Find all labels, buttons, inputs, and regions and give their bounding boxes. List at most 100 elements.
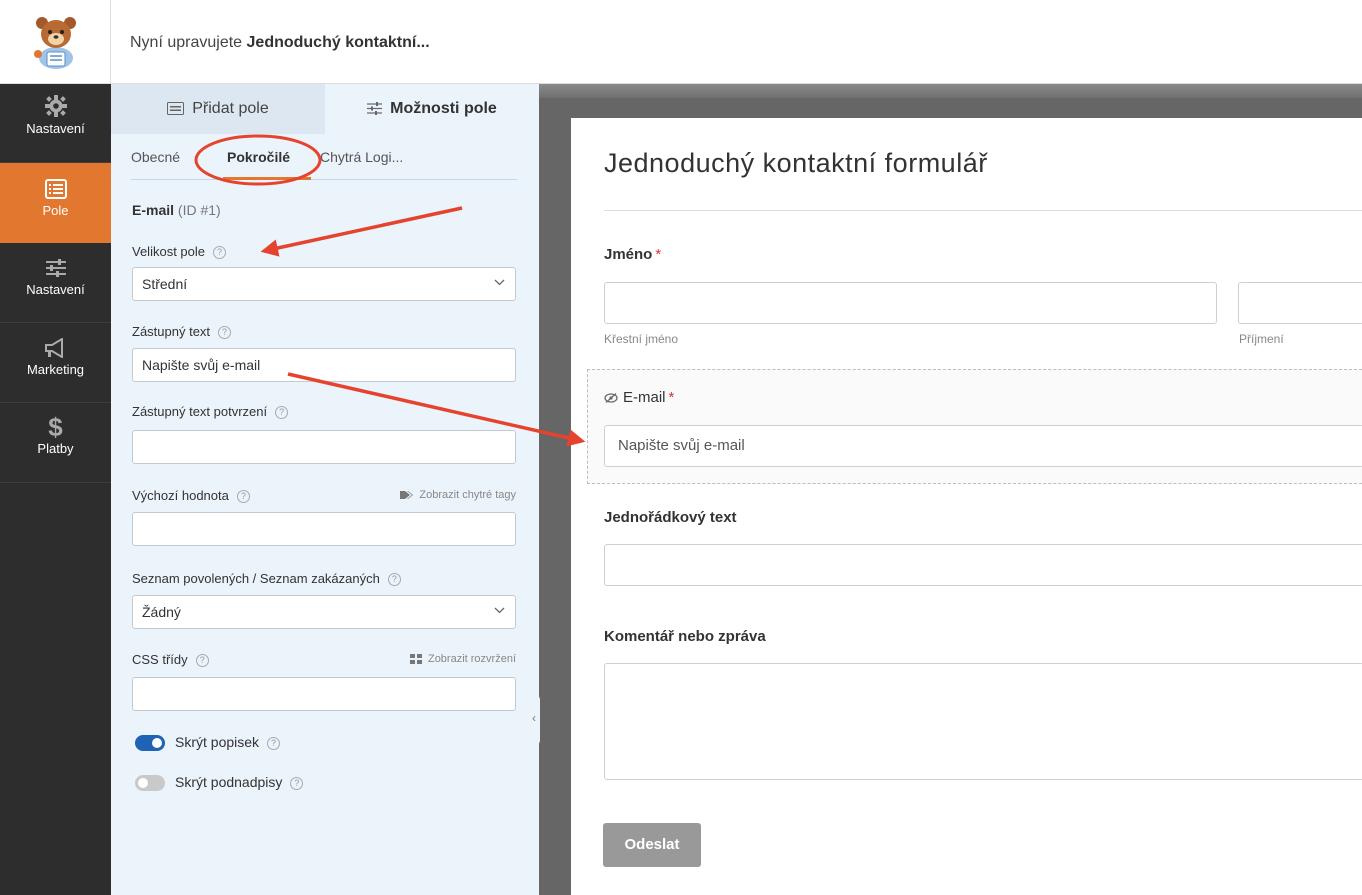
form-title: Jednoduchý kontaktní formulář xyxy=(604,148,988,178)
nav-label-marketing: Marketing xyxy=(26,362,85,377)
preview-top-strip xyxy=(539,84,1362,98)
name-label-text: Jméno xyxy=(604,246,653,263)
comment-label[interactable]: Komentář nebo zpráva xyxy=(604,628,766,645)
fields-list-icon xyxy=(44,179,67,199)
nav-item-marketing[interactable]: Marketing xyxy=(0,323,111,403)
subtab-general[interactable]: Obecné xyxy=(131,149,180,165)
chevron-down-icon xyxy=(494,607,505,614)
required-asterisk: * xyxy=(668,389,675,406)
show-layouts-text: Zobrazit rozvržení xyxy=(427,653,516,665)
css-classes-input[interactable] xyxy=(132,677,516,711)
chevron-down-icon xyxy=(494,279,505,286)
nav-item-settings-2[interactable]: Nastavení xyxy=(0,243,111,323)
css-classes-label-text: CSS třídy xyxy=(132,652,188,667)
dollar-icon: $ xyxy=(48,412,63,442)
name-field-label[interactable]: Jméno * xyxy=(604,246,661,263)
help-icon[interactable]: ? xyxy=(195,654,209,668)
nav-item-settings[interactable]: Nastavení xyxy=(0,84,111,163)
logo-cell xyxy=(0,0,111,84)
allow-deny-select[interactable]: Žádný xyxy=(132,595,516,629)
help-icon[interactable]: ? xyxy=(275,406,289,420)
help-icon[interactable]: ? xyxy=(218,326,232,340)
editing-prefix: Nyní upravujete xyxy=(130,34,247,51)
placeholder-input-value: Napište svůj e-mail xyxy=(142,357,261,373)
email-label-text: E-mail xyxy=(623,389,666,406)
help-icon[interactable]: ? xyxy=(236,490,250,504)
field-type-name: E-mail xyxy=(132,202,175,218)
email-input[interactable]: Napište svůj e-mail xyxy=(604,425,1362,467)
subtabs: Obecné Pokročilé Chytrá Logi... xyxy=(131,134,517,180)
subtab-smart-logic[interactable]: Chytrá Logi... xyxy=(320,149,403,165)
megaphone-icon xyxy=(44,338,63,358)
field-size-label: Velikost pole? xyxy=(132,244,226,260)
toggle-knob xyxy=(152,738,162,748)
list-icon xyxy=(167,102,185,116)
tab-add-fields[interactable]: Přidat pole xyxy=(111,84,325,134)
tags-icon xyxy=(400,491,414,500)
hide-sublabels-text: Skrýt podnadpisy? xyxy=(175,774,304,790)
last-name-input[interactable] xyxy=(1238,282,1362,324)
tab-field-options[interactable]: Možnosti pole xyxy=(325,84,539,134)
hide-sublabels-toggle[interactable] xyxy=(135,775,165,791)
top-bar: Nyní upravujete Jednoduchý kontaktní... xyxy=(0,0,1362,84)
nav-label-settings-2: Nastavení xyxy=(26,282,85,297)
layout-grid-icon xyxy=(409,654,422,665)
comment-textarea[interactable] xyxy=(604,663,1362,780)
sliders-small-icon xyxy=(367,102,383,116)
placeholder-input[interactable]: Napište svůj e-mail xyxy=(132,348,516,382)
default-value-input[interactable] xyxy=(132,512,516,546)
required-asterisk: * xyxy=(655,246,662,263)
sliders-icon xyxy=(45,259,66,277)
title-divider xyxy=(604,210,1362,211)
help-icon[interactable]: ? xyxy=(387,573,401,587)
field-size-value: Střední xyxy=(142,276,188,292)
field-options-panel: Přidat pole Možnosti pole Obecné Pokroči… xyxy=(111,84,539,895)
nav-label-payments: Platby xyxy=(37,441,74,456)
allow-deny-label-text: Seznam povolených / Seznam zakázaných xyxy=(132,571,380,586)
nav-label-settings: Nastavení xyxy=(26,121,85,136)
help-icon[interactable]: ? xyxy=(213,246,226,260)
allow-deny-label: Seznam povolených / Seznam zakázaných? xyxy=(132,571,401,587)
confirm-placeholder-label: Zástupný text potvrzení? xyxy=(132,404,289,420)
confirm-placeholder-input[interactable] xyxy=(132,430,516,464)
editing-status: Nyní upravujete Jednoduchý kontaktní... xyxy=(130,34,430,52)
placeholder-label-text: Zástupný text xyxy=(132,324,211,339)
default-value-label: Výchozí hodnota? xyxy=(132,488,250,504)
field-id: (ID #1) xyxy=(177,202,221,218)
collapse-panel-button[interactable]: ‹ xyxy=(529,694,540,746)
tab-add-fields-label: Přidat pole xyxy=(192,100,269,117)
single-line-input[interactable] xyxy=(604,544,1362,586)
default-value-label-text: Výchozí hodnota xyxy=(132,488,229,503)
help-icon[interactable]: ? xyxy=(290,776,304,790)
chevron-left-icon: ‹ xyxy=(532,711,536,725)
last-name-sublabel: Příjmení xyxy=(1239,332,1284,346)
show-smart-tags-link[interactable]: Zobrazit chytré tagy xyxy=(400,489,516,501)
nav-item-payments[interactable]: $ Platby xyxy=(0,403,111,483)
help-icon[interactable]: ? xyxy=(267,736,281,750)
hide-label-text: Skrýt popisek? xyxy=(175,734,281,750)
field-heading: E-mail (ID #1) xyxy=(132,202,221,218)
hide-label-toggle[interactable] xyxy=(135,735,165,751)
single-line-label[interactable]: Jednořádkový text xyxy=(604,509,737,526)
allow-deny-value: Žádný xyxy=(142,604,181,620)
placeholder-label: Zástupný text? xyxy=(132,324,232,340)
first-name-input[interactable] xyxy=(604,282,1217,324)
show-layouts-link[interactable]: Zobrazit rozvržení xyxy=(409,653,516,665)
show-smart-tags-text: Zobrazit chytré tagy xyxy=(419,489,516,501)
active-subtab-underline xyxy=(223,177,311,180)
form-name: Jednoduchý kontaktní... xyxy=(246,34,430,51)
first-name-sublabel: Křestní jméno xyxy=(604,332,679,346)
gear-icon xyxy=(44,95,67,117)
email-field-label: E-mail * xyxy=(604,389,674,406)
nav-item-fields[interactable]: Pole xyxy=(0,163,111,243)
email-placeholder: Napište svůj e-mail xyxy=(618,437,745,454)
confirm-placeholder-label-text: Zástupný text potvrzení xyxy=(132,404,268,419)
submit-button[interactable]: Odeslat xyxy=(603,823,701,867)
panel-tabs: Přidat pole Možnosti pole xyxy=(111,84,539,134)
wpforms-bear-logo-icon[interactable] xyxy=(30,14,82,70)
css-classes-label: CSS třídy? xyxy=(132,652,209,668)
subtab-advanced[interactable]: Pokročilé xyxy=(227,149,290,165)
nav-label-fields: Pole xyxy=(42,203,69,218)
field-size-select[interactable]: Střední xyxy=(132,267,516,301)
left-nav: Nastavení Pole Nastavení Marketing $ Pla… xyxy=(0,84,111,895)
